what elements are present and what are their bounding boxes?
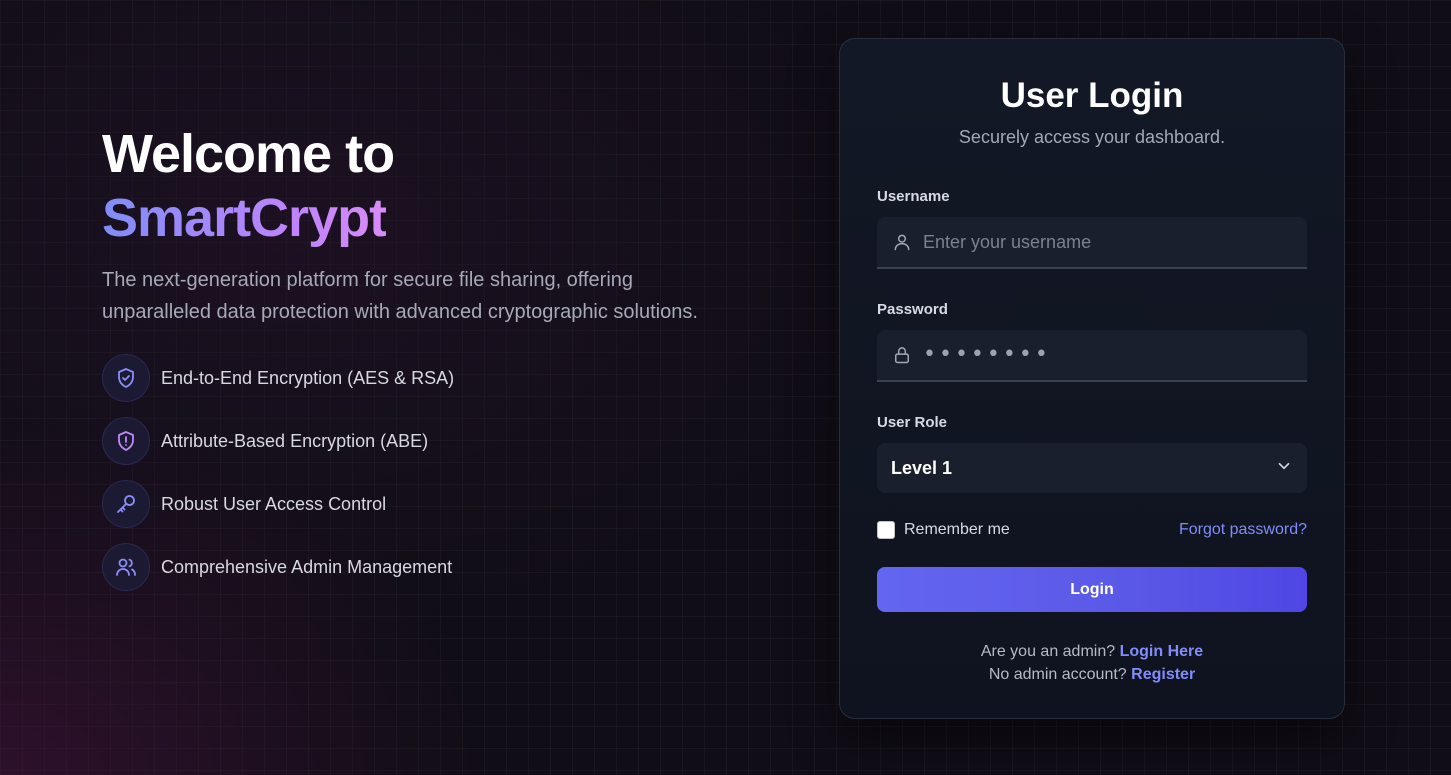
- shield-check-icon: [102, 354, 150, 402]
- login-button[interactable]: Login: [877, 567, 1307, 612]
- feature-item: Comprehensive Admin Management: [102, 543, 722, 591]
- admin-login-line: Are you an admin? Login Here: [877, 640, 1307, 663]
- password-label: Password: [877, 301, 948, 318]
- username-field-group: Username: [877, 188, 1307, 269]
- key-icon: [102, 480, 150, 528]
- admin-login-link[interactable]: Login Here: [1120, 643, 1204, 660]
- feature-label: Comprehensive Admin Management: [161, 556, 453, 577]
- feature-label: Attribute-Based Encryption (ABE): [161, 430, 429, 451]
- feature-label: Robust User Access Control: [161, 493, 387, 514]
- username-input-wrapper: [877, 217, 1307, 269]
- register-link[interactable]: Register: [1131, 666, 1195, 683]
- password-input[interactable]: ••••••••: [877, 330, 1307, 382]
- forgot-password-link[interactable]: Forgot password?: [1179, 521, 1307, 539]
- hero-description: The next-generation platform for secure …: [102, 269, 698, 323]
- feature-item: End-to-End Encryption (AES & RSA): [102, 354, 722, 402]
- brand-name: SmartCrypt: [102, 188, 387, 248]
- login-subtitle: Securely access your dashboard.: [958, 127, 1226, 147]
- feature-item: Robust User Access Control: [102, 480, 722, 528]
- footer-links: Are you an admin? Login Here No admin ac…: [877, 640, 1307, 686]
- role-selected-value: Level 1: [891, 457, 953, 478]
- hero-title: Welcome to SmartCrypt: [102, 122, 722, 250]
- username-label: Username: [877, 188, 950, 205]
- remember-me: Remember me: [877, 521, 1010, 539]
- feature-item: Attribute-Based Encryption (ABE): [102, 417, 722, 465]
- remember-label[interactable]: Remember me: [904, 521, 1010, 539]
- hero-section: Welcome to SmartCrypt The next-generatio…: [102, 122, 722, 606]
- login-title: User Login: [1000, 76, 1184, 115]
- role-label: User Role: [877, 414, 948, 431]
- lock-icon: [877, 345, 923, 365]
- login-options-row: Remember me Forgot password?: [877, 521, 1307, 539]
- chevron-down-icon: [1275, 457, 1293, 480]
- role-select[interactable]: Level 1: [877, 443, 1307, 493]
- login-card: User Login Securely access your dashboar…: [839, 38, 1345, 719]
- users-icon: [102, 543, 150, 591]
- role-field-group: User Role Level 1: [877, 414, 1307, 493]
- admin-prompt: Are you an admin?: [980, 643, 1116, 660]
- remember-checkbox[interactable]: [877, 521, 895, 539]
- register-prompt: No admin account?: [988, 666, 1127, 683]
- feature-label: End-to-End Encryption (AES & RSA): [161, 367, 455, 388]
- register-line: No admin account? Register: [877, 663, 1307, 686]
- hero-title-line1: Welcome to: [102, 124, 395, 184]
- password-field-group: Password ••••••••: [877, 301, 1307, 382]
- password-masked-value: ••••••••: [923, 342, 1051, 367]
- user-icon: [877, 232, 923, 252]
- username-input[interactable]: [923, 217, 1307, 267]
- feature-list: End-to-End Encryption (AES & RSA) Attrib…: [102, 354, 722, 591]
- shield-alert-icon: [102, 417, 150, 465]
